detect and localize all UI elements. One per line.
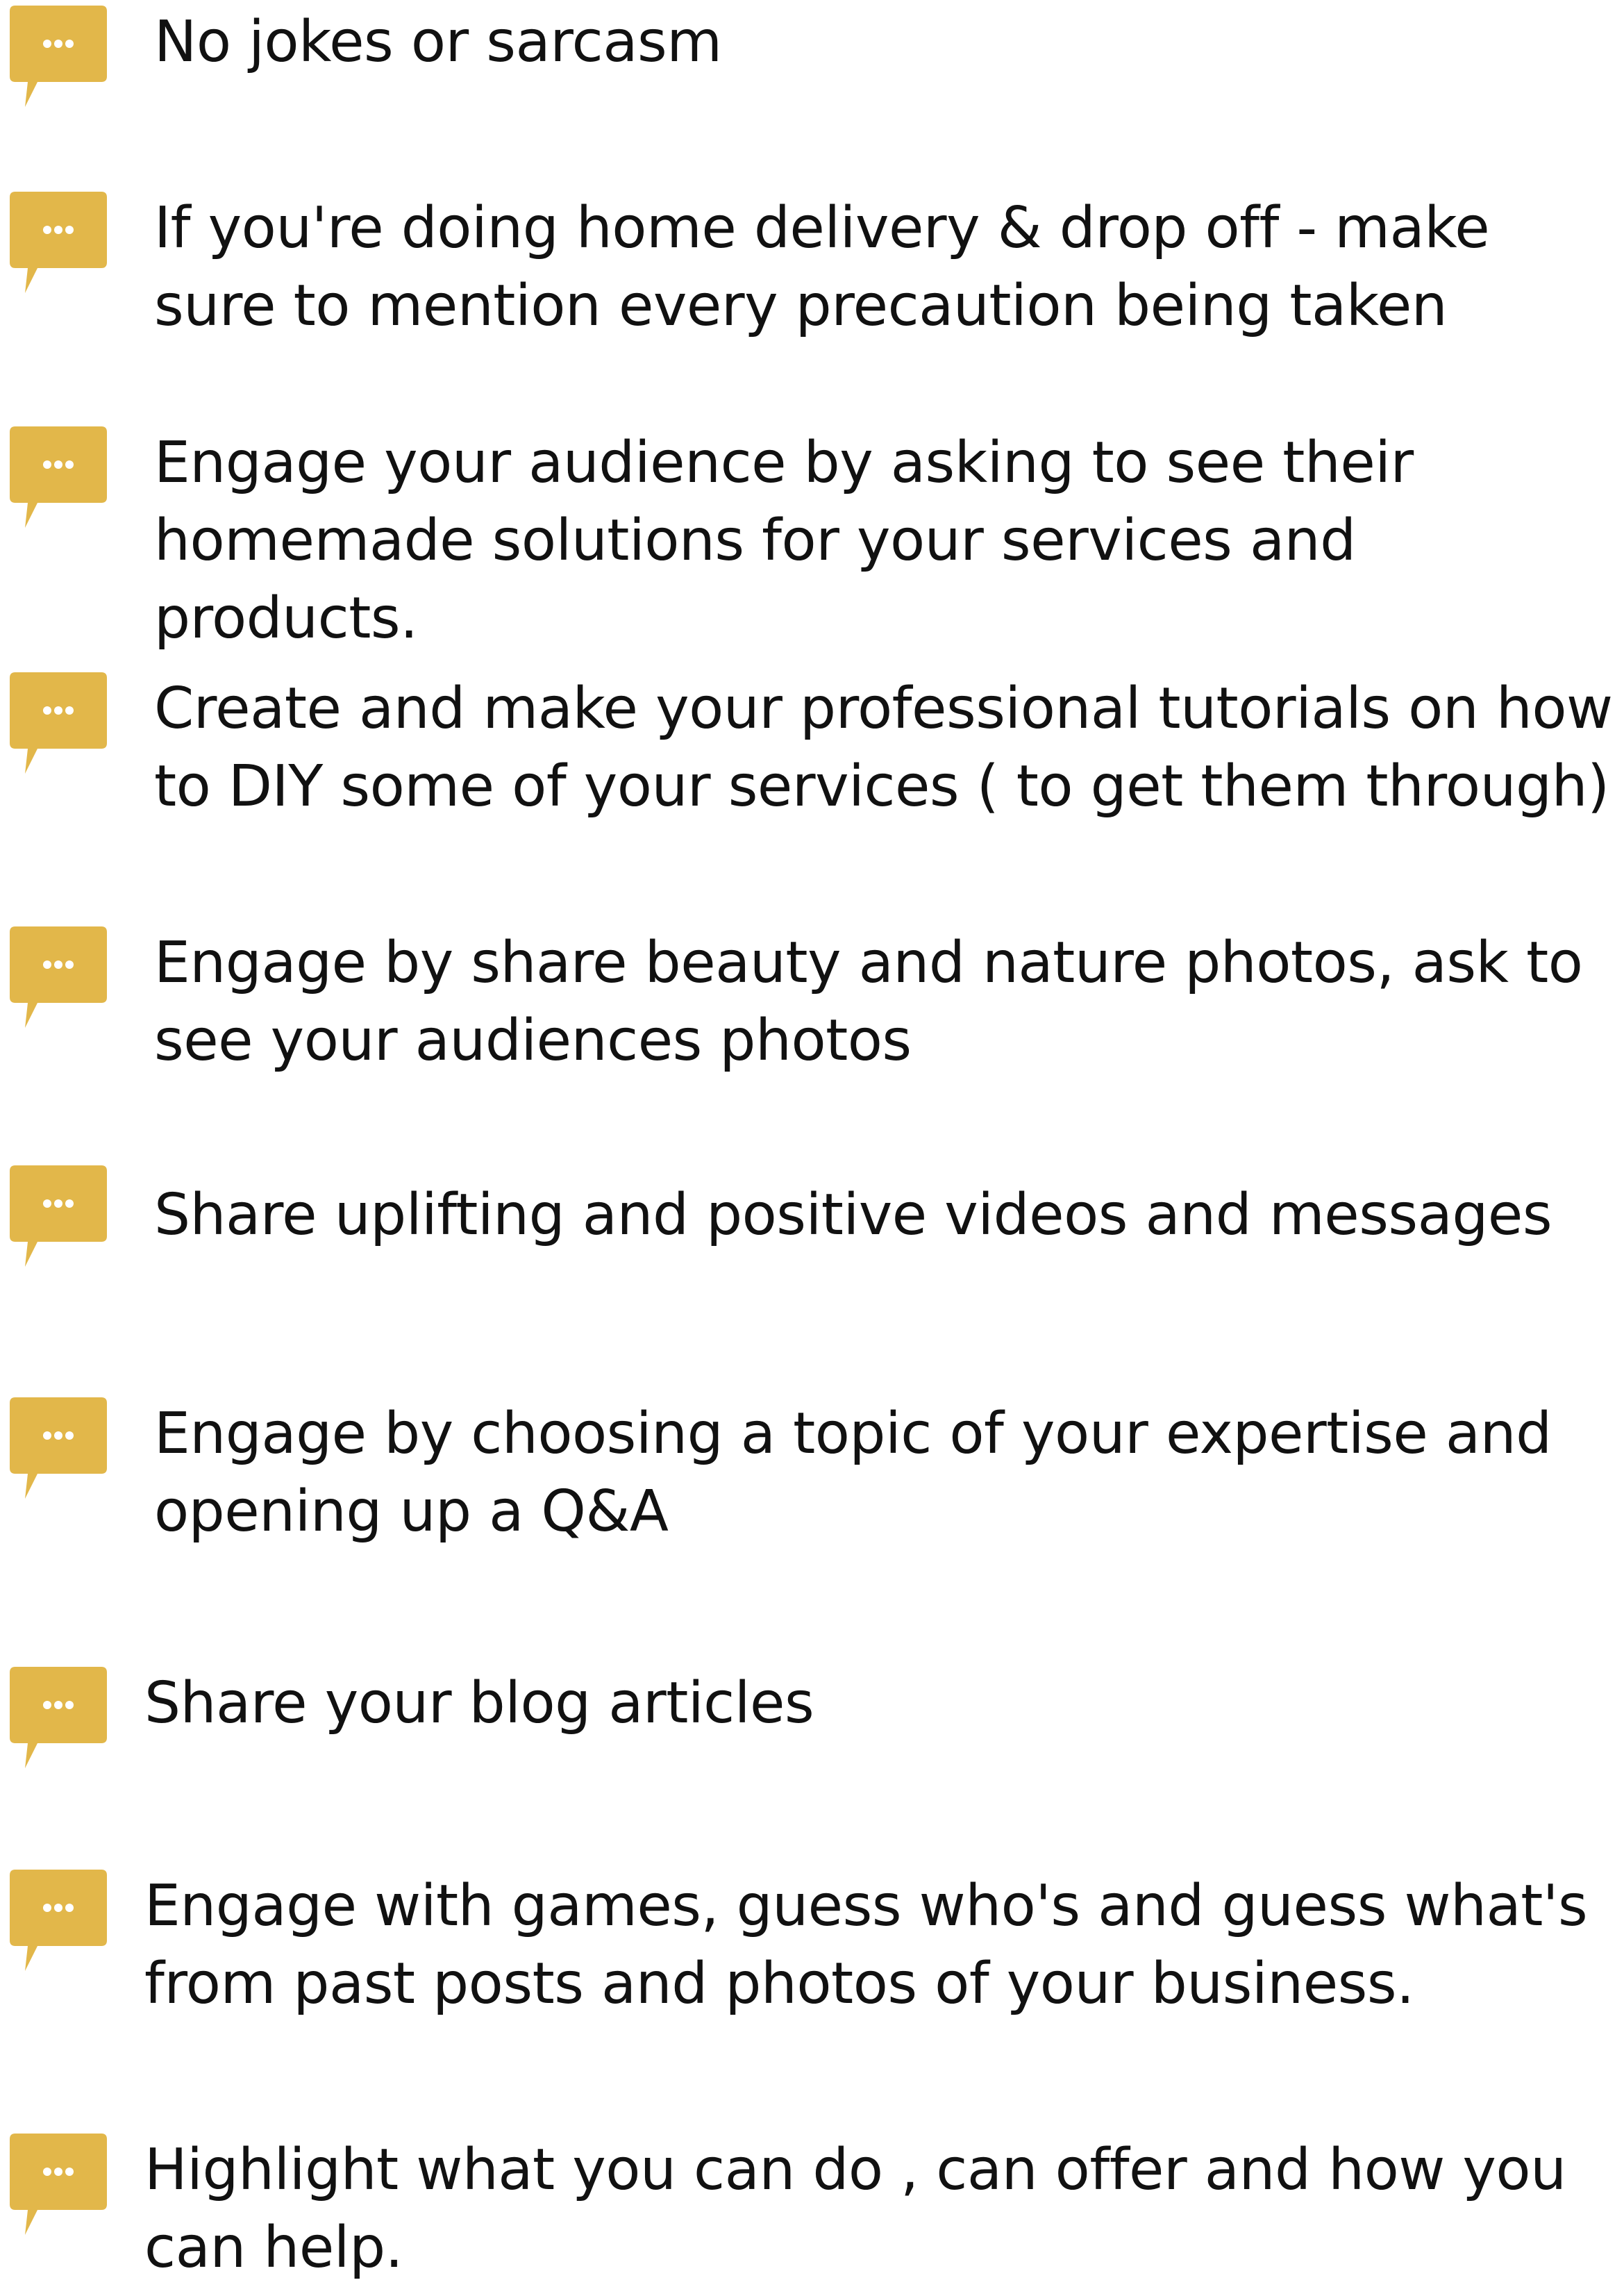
speech-bubble-icon	[10, 1165, 107, 1270]
tip-text: Highlight what you can do , can offer an…	[144, 2137, 1566, 2281]
tip-text: Share your blog articles	[144, 1670, 814, 1736]
tip-text: Create and make your professional tutori…	[154, 676, 1613, 820]
speech-bubble-icon	[10, 672, 107, 776]
tip-text: Engage by choosing a topic of your exper…	[154, 1401, 1552, 1545]
speech-bubble-icon	[10, 2134, 107, 2238]
speech-bubble-icon	[10, 192, 107, 296]
tip-text: Engage by share beauty and nature photos…	[154, 930, 1583, 1074]
speech-bubble-icon	[10, 1870, 107, 1974]
tip-text: Share uplifting and positive videos and …	[154, 1182, 1552, 1248]
speech-bubble-icon	[10, 1397, 107, 1502]
speech-bubble-icon	[10, 6, 107, 110]
tip-text: Engage with games, guess who's and guess…	[144, 1873, 1588, 2017]
speech-bubble-icon	[10, 1667, 107, 1771]
tip-text: No jokes or sarcasm	[154, 9, 722, 75]
speech-bubble-icon	[10, 926, 107, 1031]
tip-text: If you're doing home delivery & drop off…	[154, 195, 1490, 339]
speech-bubble-icon	[10, 426, 107, 531]
tip-text: Engage your audience by asking to see th…	[154, 430, 1414, 651]
